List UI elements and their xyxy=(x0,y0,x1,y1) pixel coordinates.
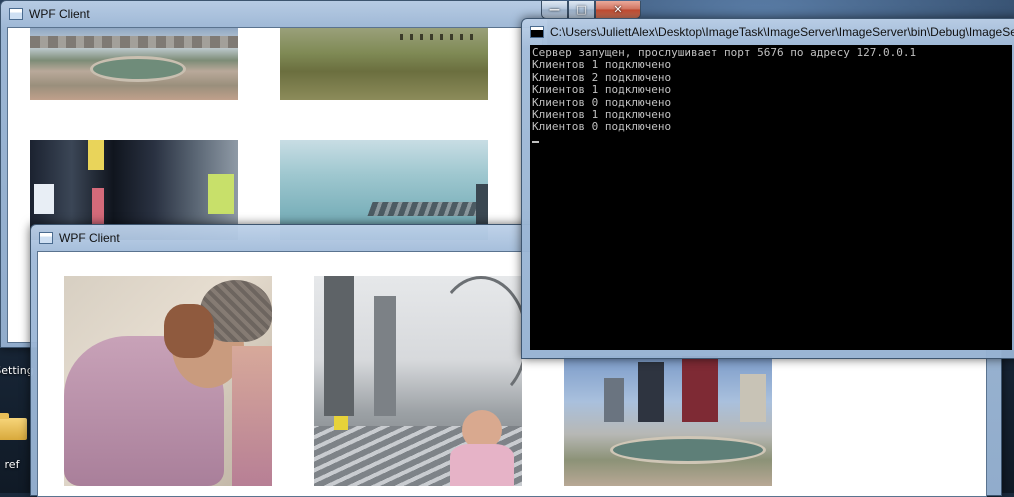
title-bar[interactable]: C:\Users\JuliettAlex\Desktop\ImageTask\I… xyxy=(522,19,1014,45)
minimize-button[interactable]: — xyxy=(541,1,568,19)
title-bar[interactable]: WPF Client xyxy=(1,1,547,27)
folder-icon xyxy=(0,413,27,440)
desktop-icon-ref[interactable]: ref xyxy=(0,413,34,471)
console-line: Клиентов 1 подключено xyxy=(532,58,672,72)
image-thumbnail-city-stairs[interactable] xyxy=(314,276,522,486)
maximize-button[interactable]: □ xyxy=(568,1,595,19)
close-icon: ✕ xyxy=(613,3,623,16)
console-cursor xyxy=(532,140,539,143)
window-app-icon xyxy=(9,8,23,20)
console-line: Клиентов 0 подключено xyxy=(532,120,672,134)
caption-buttons: — □ ✕ xyxy=(541,1,641,19)
console-app-icon xyxy=(530,26,544,38)
desktop-icon-label: ref xyxy=(4,458,20,471)
image-thumbnail-lawn[interactable] xyxy=(280,28,488,100)
image-thumbnail-skyline[interactable] xyxy=(564,356,772,486)
minimize-icon: — xyxy=(549,3,560,16)
window-title: WPF Client xyxy=(59,231,120,245)
console-output[interactable]: Сервер запущен, прослушивает порт 5676 п… xyxy=(530,45,1012,350)
console-window: C:\Users\JuliettAlex\Desktop\ImageTask\I… xyxy=(521,18,1014,359)
maximize-icon: □ xyxy=(576,3,587,16)
close-button[interactable]: ✕ xyxy=(595,1,641,19)
window-title: C:\Users\JuliettAlex\Desktop\ImageTask\I… xyxy=(550,25,1014,39)
image-thumbnail-fountain[interactable] xyxy=(30,28,238,100)
console-line: Клиентов 1 подключено xyxy=(532,83,672,97)
window-title: WPF Client xyxy=(29,7,90,21)
window-app-icon xyxy=(39,232,53,244)
image-thumbnail-selfie[interactable] xyxy=(64,276,272,486)
